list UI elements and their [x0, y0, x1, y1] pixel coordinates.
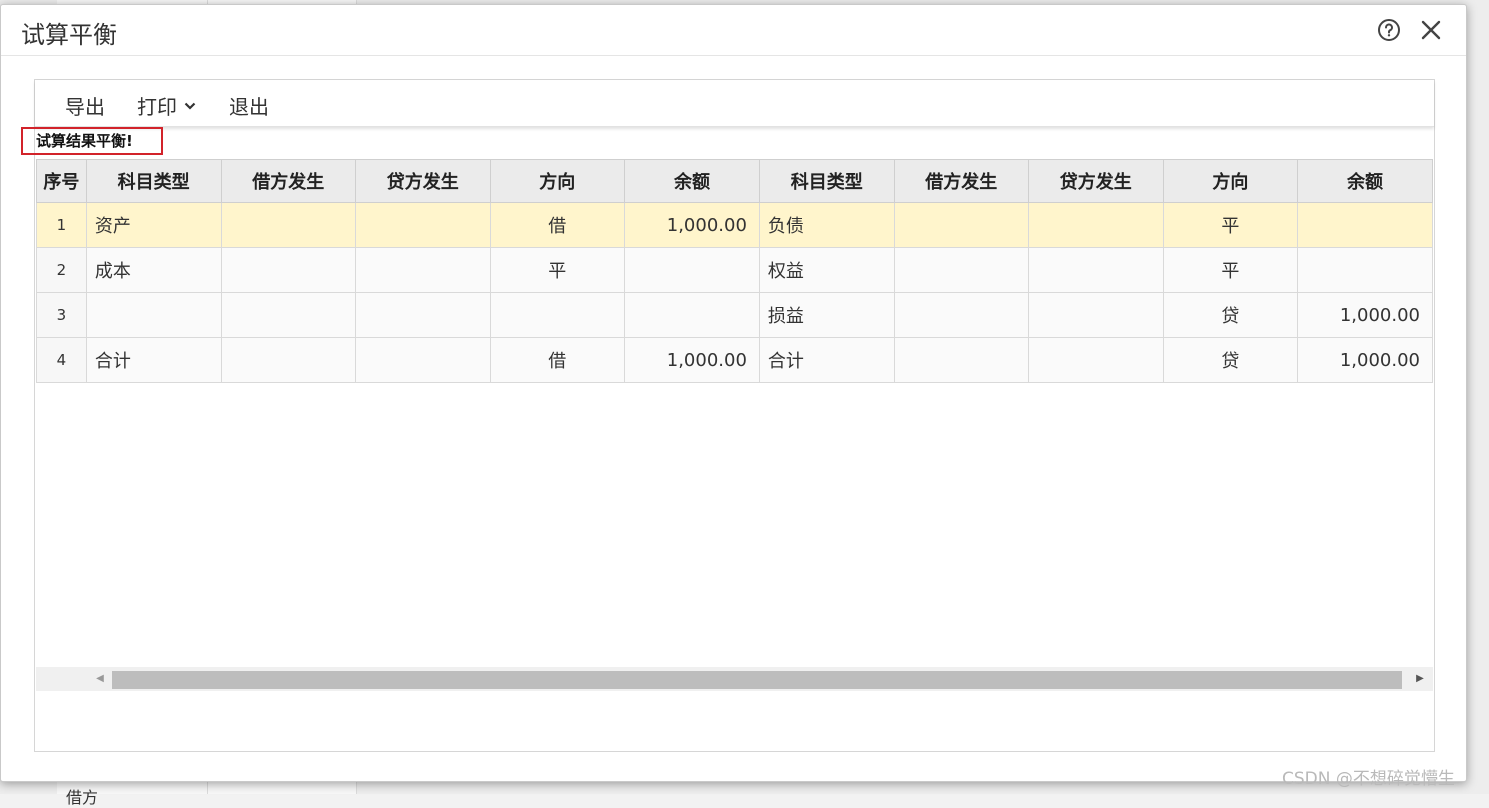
- scrollbar-track[interactable]: [112, 671, 1402, 689]
- watermark: CSDN @不想碎觉懵生: [1282, 769, 1455, 789]
- table-row[interactable]: 3 损益 贷 1,000.00: [36, 292, 1433, 338]
- cell-debit-left[interactable]: [220, 337, 356, 383]
- cell-balance-right[interactable]: [1297, 247, 1433, 293]
- cell-balance-right[interactable]: 1,000.00: [1297, 292, 1433, 338]
- cell-credit-left[interactable]: [355, 202, 491, 248]
- trial-balance-grid: 序号 科目类型 借方发生 贷方发生 方向 余额 科目类型 借方发生 贷方发生 方…: [36, 159, 1433, 669]
- export-button[interactable]: 导出: [65, 91, 105, 120]
- cell-direction-right[interactable]: 贷: [1162, 292, 1299, 338]
- scroll-left-arrow-icon[interactable]: ◀: [88, 667, 112, 691]
- cell-direction-left[interactable]: 平: [489, 247, 626, 293]
- cell-credit-right[interactable]: [1028, 337, 1164, 383]
- cell-subject-type-right[interactable]: 损益: [758, 292, 895, 338]
- cell-subject-type-right[interactable]: 合计: [758, 337, 895, 383]
- cell-debit-right[interactable]: [893, 337, 1030, 383]
- table-row[interactable]: 1 资产 借 1,000.00 负债 平: [36, 202, 1433, 248]
- column-header-balance-left[interactable]: 余额: [624, 159, 760, 203]
- cell-subject-type-right[interactable]: 权益: [758, 247, 895, 293]
- cell-balance-right[interactable]: 1,000.00: [1297, 337, 1433, 383]
- column-header-subject-type-left[interactable]: 科目类型: [85, 159, 222, 203]
- table-row[interactable]: 2 成本 平 权益 平: [36, 247, 1433, 293]
- close-icon[interactable]: [1419, 18, 1443, 42]
- cell-direction-left[interactable]: 借: [489, 337, 626, 383]
- cell-subject-type-right[interactable]: 负债: [758, 202, 895, 248]
- cell-seq[interactable]: 4: [36, 337, 87, 383]
- cell-debit-left[interactable]: [220, 202, 356, 248]
- cell-subject-type-left[interactable]: 合计: [85, 337, 222, 383]
- cell-seq[interactable]: 3: [36, 292, 87, 338]
- trial-balance-dialog: 试算平衡 导出 打印 退出 试算结果平衡! 序号 科目类型 借方发生 贷方发生 …: [0, 4, 1467, 782]
- column-header-debit-left[interactable]: 借方发生: [220, 159, 356, 203]
- chevron-down-icon: [180, 100, 196, 114]
- cell-credit-left[interactable]: [355, 337, 491, 383]
- cell-credit-left[interactable]: [355, 292, 491, 338]
- cell-credit-right[interactable]: [1028, 247, 1164, 293]
- dialog-header: 试算平衡: [1, 5, 1466, 56]
- cell-debit-right[interactable]: [893, 202, 1030, 248]
- cell-direction-left[interactable]: [489, 292, 626, 338]
- column-header-credit-right[interactable]: 贷方发生: [1028, 159, 1164, 203]
- cell-subject-type-left[interactable]: 成本: [85, 247, 222, 293]
- column-header-direction-right[interactable]: 方向: [1162, 159, 1299, 203]
- help-icon[interactable]: [1377, 18, 1401, 42]
- cell-direction-right[interactable]: 平: [1162, 202, 1299, 248]
- cell-seq[interactable]: 1: [36, 202, 87, 248]
- column-header-subject-type-right[interactable]: 科目类型: [758, 159, 895, 203]
- scrollbar-thumb[interactable]: [112, 671, 1402, 689]
- scroll-right-arrow-icon[interactable]: ▶: [1408, 667, 1432, 691]
- cell-debit-left[interactable]: [220, 292, 356, 338]
- cell-credit-right[interactable]: [1028, 292, 1164, 338]
- cell-balance-left[interactable]: [624, 292, 760, 338]
- print-button-label: 打印: [137, 95, 177, 119]
- cell-direction-right[interactable]: 平: [1162, 247, 1299, 293]
- background-text: 借方: [66, 788, 99, 807]
- column-header-balance-right[interactable]: 余额: [1297, 159, 1433, 203]
- toolbar: 导出 打印 退出: [35, 80, 1434, 127]
- trial-balance-table: 序号 科目类型 借方发生 贷方发生 方向 余额 科目类型 借方发生 贷方发生 方…: [36, 159, 1433, 383]
- cell-debit-right[interactable]: [893, 247, 1030, 293]
- content-panel: 导出 打印 退出 试算结果平衡! 序号 科目类型 借方发生 贷方发生 方向 余额…: [21, 79, 1435, 752]
- trial-result-message: 试算结果平衡!: [21, 127, 163, 155]
- table-row[interactable]: 4 合计借 1,000.00 合计贷 1,000.00: [36, 337, 1433, 383]
- cell-debit-left[interactable]: [220, 247, 356, 293]
- cell-seq[interactable]: 2: [36, 247, 87, 293]
- dialog-title: 试算平衡: [21, 21, 117, 49]
- cell-credit-left[interactable]: [355, 247, 491, 293]
- print-button[interactable]: 打印: [137, 91, 196, 120]
- column-header-debit-right[interactable]: 借方发生: [893, 159, 1030, 203]
- cell-credit-right[interactable]: [1028, 202, 1164, 248]
- cell-debit-right[interactable]: [893, 292, 1030, 338]
- cell-direction-left[interactable]: 借: [489, 202, 626, 248]
- column-header-direction-left[interactable]: 方向: [489, 159, 626, 203]
- cell-balance-left[interactable]: 1,000.00: [624, 202, 760, 248]
- table-header-row: 序号 科目类型 借方发生 贷方发生 方向 余额 科目类型 借方发生 贷方发生 方…: [36, 159, 1433, 203]
- column-header-credit-left[interactable]: 贷方发生: [355, 159, 491, 203]
- horizontal-scrollbar[interactable]: ◀ ▶: [36, 667, 1433, 691]
- cell-subject-type-left[interactable]: [85, 292, 222, 338]
- cell-balance-right[interactable]: [1297, 202, 1433, 248]
- cell-balance-left[interactable]: 1,000.00: [624, 337, 760, 383]
- exit-button[interactable]: 退出: [229, 91, 269, 120]
- cell-balance-left[interactable]: [624, 247, 760, 293]
- column-header-seq[interactable]: 序号: [36, 159, 87, 203]
- cell-subject-type-left[interactable]: 资产: [85, 202, 222, 248]
- cell-direction-right[interactable]: 贷: [1162, 337, 1299, 383]
